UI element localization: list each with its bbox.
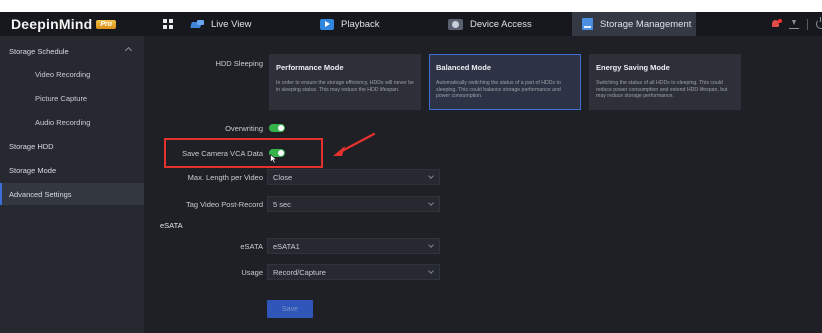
- device-access-icon: [448, 18, 463, 30]
- divider: [807, 18, 808, 30]
- tab-label: Playback: [341, 18, 380, 30]
- usage-label: Usage: [241, 268, 263, 277]
- tab-playback[interactable]: Playback: [320, 12, 380, 36]
- alarm-bell-icon[interactable]: [770, 18, 782, 30]
- tab-label: Live View: [211, 18, 252, 30]
- save-button[interactable]: Save: [267, 300, 313, 318]
- sidebar-item-label: Storage Mode: [9, 165, 57, 175]
- annotation-arrow-icon: [333, 132, 376, 156]
- mode-card-energy-saving[interactable]: Energy Saving Mode Switching the status …: [589, 54, 741, 110]
- max-length-label: Max. Length per Video: [187, 173, 263, 182]
- select-value: Record/Capture: [273, 267, 326, 277]
- chevron-up-icon: [124, 46, 133, 55]
- tab-label: Device Access: [470, 18, 532, 30]
- sidebar-item-label: Picture Capture: [35, 93, 88, 103]
- logo: DeepinMind Pro: [11, 16, 117, 32]
- max-length-select[interactable]: Close: [267, 169, 440, 185]
- mode-title: Performance Mode: [276, 63, 344, 72]
- mode-card-performance[interactable]: Performance Mode In order to ensure the …: [269, 54, 421, 110]
- chevron-down-icon: [428, 242, 434, 248]
- logo-badge: Pro: [96, 19, 117, 29]
- mode-description: Switching the status of all HDDs to slee…: [596, 80, 728, 100]
- download-icon[interactable]: [789, 19, 799, 29]
- tab-storage-management[interactable]: Storage Management: [572, 12, 696, 36]
- esata-label: eSATA: [240, 242, 263, 251]
- annotation-highlight-box: [164, 138, 323, 168]
- esata-section-title: eSATA: [160, 221, 183, 230]
- sidebar-item-storage-schedule[interactable]: Storage Schedule: [0, 40, 144, 62]
- top-nav-bar: DeepinMind Pro Live View Playback Device…: [0, 12, 822, 36]
- hdd-sleeping-label: HDD Sleeping: [215, 59, 263, 68]
- tab-device-access[interactable]: Device Access: [448, 12, 532, 36]
- sidebar-item-storage-mode[interactable]: Storage Mode: [0, 159, 144, 181]
- sidebar-item-label: Audio Recording: [35, 117, 91, 127]
- mode-description: In order to ensure the storage efficienc…: [276, 80, 414, 93]
- tab-label: Storage Management: [600, 18, 692, 30]
- logo-text: DeepinMind: [11, 16, 93, 32]
- sidebar: Storage Schedule Video Recording Picture…: [0, 36, 144, 333]
- mode-title: Balanced Mode: [436, 63, 492, 72]
- select-value: Close: [273, 172, 293, 182]
- mouse-cursor-icon: [270, 154, 278, 164]
- storage-icon: [582, 18, 593, 30]
- overwriting-toggle[interactable]: [269, 124, 285, 132]
- power-icon[interactable]: [816, 17, 822, 29]
- sidebar-item-label: Storage HDD: [9, 141, 54, 151]
- select-value: 5 sec: [273, 199, 291, 209]
- chevron-down-icon: [428, 173, 434, 179]
- sidebar-item-advanced-settings[interactable]: Advanced Settings: [0, 183, 144, 205]
- sidebar-item-audio-recording[interactable]: Audio Recording: [0, 111, 144, 133]
- tag-post-record-label: Tag Video Post-Record: [186, 200, 263, 209]
- overwriting-label: Overwriting: [225, 124, 263, 133]
- sidebar-item-label: Video Recording: [35, 69, 91, 79]
- sidebar-item-picture-capture[interactable]: Picture Capture: [0, 87, 144, 109]
- sidebar-item-storage-hdd[interactable]: Storage HDD: [0, 135, 144, 157]
- live-view-icon: [190, 19, 204, 30]
- app-window: DeepinMind Pro Live View Playback Device…: [0, 0, 822, 333]
- chevron-down-icon: [428, 268, 434, 274]
- mode-description: Automatically switching the status of a …: [436, 80, 561, 100]
- sidebar-item-video-recording[interactable]: Video Recording: [0, 63, 144, 85]
- chevron-down-icon: [428, 200, 434, 206]
- mode-title: Energy Saving Mode: [596, 63, 670, 72]
- top-right-tools: [770, 16, 822, 32]
- esata-select[interactable]: eSATA1: [267, 238, 440, 254]
- main-content: HDD Sleeping Performance Mode In order t…: [144, 36, 822, 333]
- mode-card-balanced[interactable]: Balanced Mode Automatically switching th…: [429, 54, 581, 110]
- sidebar-item-label: Storage Schedule: [9, 46, 69, 56]
- tag-post-record-select[interactable]: 5 sec: [267, 196, 440, 212]
- tab-live-view[interactable]: Live View: [190, 12, 252, 36]
- usage-select[interactable]: Record/Capture: [267, 264, 440, 280]
- menu-grid-icon[interactable]: [163, 19, 173, 29]
- select-value: eSATA1: [273, 241, 300, 251]
- sidebar-item-label: Advanced Settings: [9, 189, 72, 199]
- playback-icon: [320, 18, 334, 30]
